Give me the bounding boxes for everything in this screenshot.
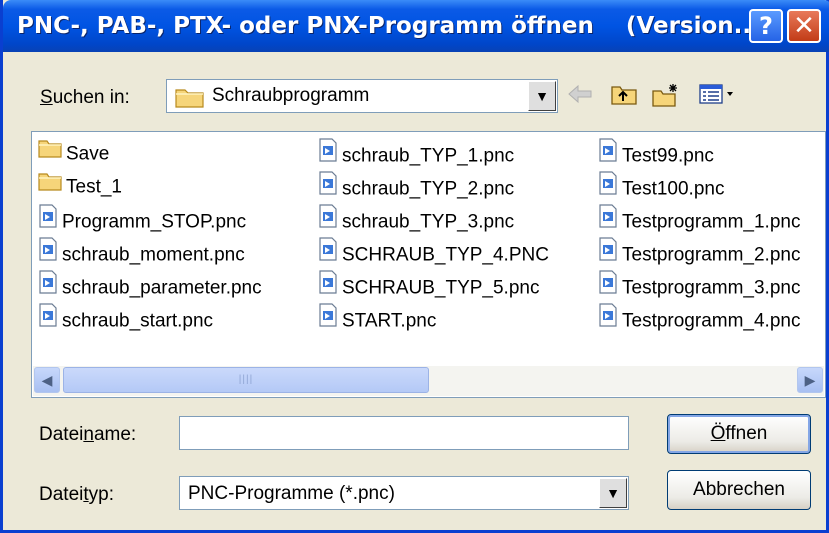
file-icon	[318, 270, 338, 303]
file-column-2: schraub_TYP_1.pnc schraub_TYP_2.pncschrau…	[318, 138, 549, 338]
new-folder-icon[interactable]	[651, 82, 681, 112]
file-item[interactable]: SCHRAUB_TYP_5.pnc	[318, 270, 549, 305]
filename-label: Dateiname:	[39, 424, 137, 445]
file-name-label: Testprogramm_1.pnc	[622, 211, 801, 233]
cancel-button[interactable]: Abbrechen	[667, 470, 811, 510]
file-name-label: schraub_moment.pnc	[62, 244, 245, 266]
file-item[interactable]: schraub_parameter.pnc	[38, 270, 262, 305]
file-icon	[318, 204, 338, 237]
view-menu-icon[interactable]	[697, 82, 737, 112]
file-item[interactable]: SCHRAUB_TYP_4.PNC	[318, 237, 549, 272]
file-name-label: Programm_STOP.pnc	[62, 211, 247, 233]
open-file-dialog: PNC-, PAB-, PTX- oder PNX-Programm öffne…	[0, 0, 829, 533]
file-icon	[38, 237, 58, 270]
file-item[interactable]: schraub_start.pnc	[38, 303, 262, 338]
file-name-label: schraub_TYP_1.pnc	[342, 145, 515, 167]
file-item[interactable]: schraub_moment.pnc	[38, 237, 262, 272]
lookin-label: Suchen in:	[40, 87, 130, 108]
filename-input[interactable]	[179, 416, 629, 450]
file-item[interactable]: Testprogramm_2.pnc	[598, 237, 801, 272]
file-name-label: Test99.pnc	[622, 145, 714, 167]
file-item[interactable]: Test99.pnc	[598, 138, 800, 173]
folder-item[interactable]: Save	[38, 140, 262, 173]
file-item[interactable]: schraub_TYP_2.pnc	[318, 171, 549, 206]
file-item[interactable]: schraub_TYP_3.pnc	[318, 204, 549, 239]
current-folder-value: Schraubprogramm	[212, 85, 370, 106]
file-column-1: Save Test_1 Programm_STOP.pnc schraub_momen…	[38, 140, 262, 338]
file-icon	[38, 270, 58, 303]
chevron-down-icon[interactable]: ▼	[599, 478, 627, 508]
title-bar[interactable]: PNC-, PAB-, PTX- oder PNX-Programm öffne…	[3, 0, 829, 52]
file-icon	[318, 303, 338, 336]
filetype-label: Dateityp:	[39, 484, 114, 505]
file-icon	[318, 171, 338, 204]
chevron-down-icon[interactable]: ▼	[528, 81, 556, 111]
open-button[interactable]: Öffnen	[667, 414, 811, 454]
file-name-label: Testprogramm_3.pnc	[622, 277, 801, 299]
back-arrow-icon[interactable]	[565, 82, 595, 112]
file-icon	[318, 237, 338, 270]
filetype-dropdown[interactable]: PNC-Programme (*.pnc) ▼	[179, 476, 629, 510]
file-icon	[318, 138, 338, 171]
file-item[interactable]: Test100.pnc	[598, 171, 800, 206]
file-name-label: Test100.pnc	[622, 178, 725, 200]
file-icon	[598, 138, 618, 171]
file-name-label: Testprogramm_4.pnc	[622, 310, 801, 332]
scroll-thumb[interactable]: ||||	[63, 367, 429, 393]
file-icon	[38, 303, 58, 336]
file-name-label: Testprogramm_2.pnc	[622, 244, 801, 266]
file-item[interactable]: Testprogramm_1.pnc	[598, 204, 801, 239]
file-item[interactable]: schraub_TYP_1.pnc	[318, 138, 549, 173]
file-item[interactable]: Testprogramm_3.pnc	[598, 270, 801, 305]
file-item[interactable]: Programm_STOP.pnc	[38, 204, 262, 239]
file-item[interactable]: START.pnc	[318, 303, 549, 338]
scroll-left-icon[interactable]: ◀	[34, 367, 60, 393]
help-button[interactable]: ?	[749, 9, 783, 43]
file-name-label: schraub_TYP_3.pnc	[342, 211, 515, 233]
file-list[interactable]: Save Test_1 Programm_STOP.pnc schraub_momen…	[31, 131, 826, 398]
folder-icon	[38, 138, 62, 167]
file-name-label: SCHRAUB_TYP_4.PNC	[342, 244, 549, 266]
file-icon	[598, 204, 618, 237]
file-name-label: Save	[66, 143, 110, 165]
folder-icon	[38, 171, 62, 200]
file-icon	[598, 270, 618, 303]
scroll-right-icon[interactable]: ▶	[797, 367, 823, 393]
file-name-label: schraub_parameter.pnc	[62, 277, 262, 299]
folder-icon	[175, 86, 205, 113]
file-icon	[598, 237, 618, 270]
window-title: PNC-, PAB-, PTX- oder PNX-Programm öffne…	[17, 13, 760, 39]
file-icon	[598, 303, 618, 336]
file-name-label: SCHRAUB_TYP_5.pnc	[342, 277, 540, 299]
lookin-dropdown[interactable]: Schraubprogramm ▼	[166, 79, 558, 113]
filetype-value: PNC-Programme (*.pnc)	[188, 483, 395, 504]
file-name-label: schraub_start.pnc	[62, 310, 214, 332]
file-column-3: Test99.pnc Test100.pnc Testprogramm_1.pnc T…	[598, 138, 801, 338]
up-folder-icon[interactable]	[609, 82, 639, 112]
file-name-label: Test_1	[66, 176, 122, 198]
horizontal-scrollbar[interactable]: ◀ |||| ▶	[33, 366, 824, 396]
file-item[interactable]: Testprogramm_4.pnc	[598, 303, 801, 338]
file-icon	[38, 204, 58, 237]
file-name-label: START.pnc	[342, 310, 437, 332]
close-button[interactable]: ✕	[787, 9, 821, 43]
folder-item[interactable]: Test_1	[38, 173, 262, 206]
file-name-label: schraub_TYP_2.pnc	[342, 178, 515, 200]
file-icon	[598, 171, 618, 204]
